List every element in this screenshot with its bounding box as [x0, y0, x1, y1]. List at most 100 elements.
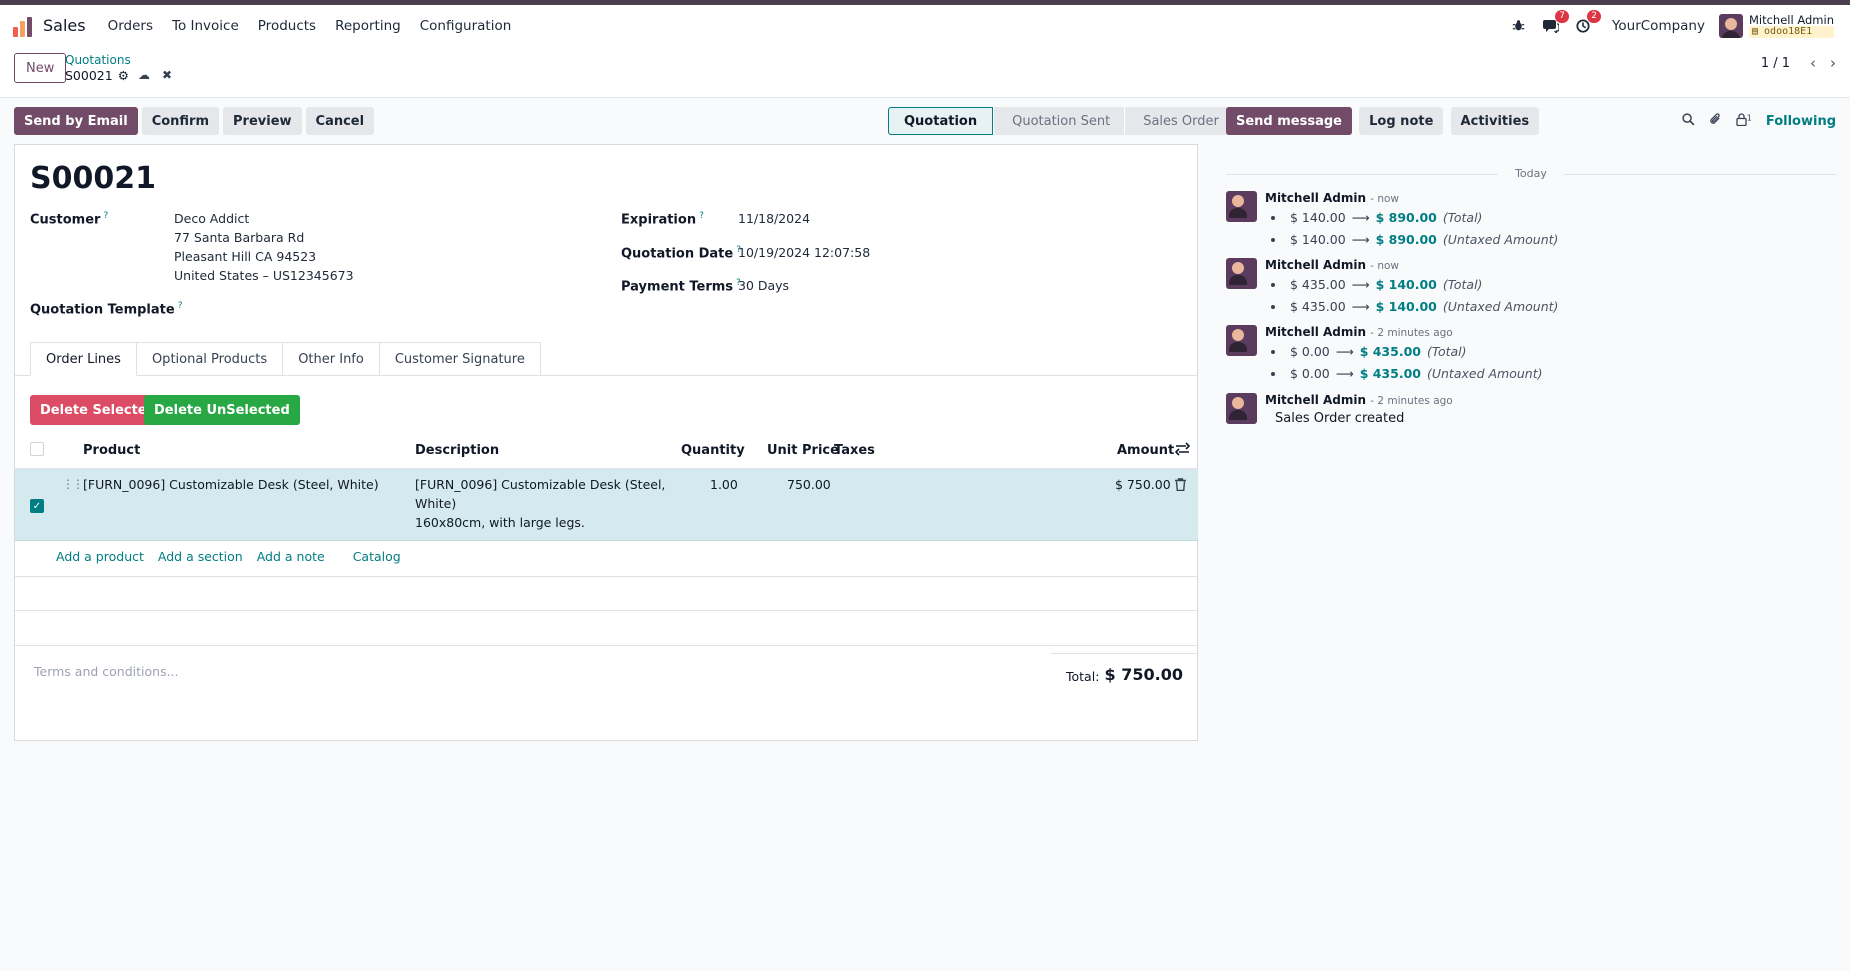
col-taxes[interactable]: Taxes: [834, 443, 875, 458]
empty-row-divider: [15, 610, 1198, 611]
activities-clock-icon[interactable]: 2: [1574, 9, 1601, 35]
delete-unselected-button[interactable]: Delete UnSelected: [144, 395, 300, 425]
row-quantity[interactable]: 1.00: [710, 475, 738, 494]
menu-reporting[interactable]: Reporting: [335, 18, 401, 34]
add-note-link[interactable]: Add a note: [257, 549, 325, 564]
tracking-change: $ 140.00 ⟶ $ 890.00 (Untaxed Amount): [1271, 232, 1558, 247]
record-title: S00021: [30, 161, 156, 196]
col-unit-price[interactable]: Unit Price: [767, 443, 839, 458]
quotation-date-field[interactable]: 10/19/2024 12:07:58: [738, 243, 870, 262]
send-by-email-button[interactable]: Send by Email: [14, 107, 138, 135]
chatter-message: Mitchell Admin - 2 minutes ago $ 0.00 ⟶ $ …: [1226, 325, 1826, 385]
message-author: Mitchell Admin - now: [1265, 191, 1400, 205]
user-name: Mitchell Admin: [1748, 12, 1834, 27]
author-avatar[interactable]: [1226, 393, 1257, 424]
add-section-link[interactable]: Add a section: [158, 549, 243, 564]
total-divider: [1051, 653, 1198, 654]
notebook-tabs: Order Lines Optional Products Other Info…: [30, 342, 541, 376]
col-product[interactable]: Product: [83, 443, 140, 458]
expiration-field[interactable]: 11/18/2024: [738, 209, 810, 228]
stage-quotation-sent[interactable]: Quotation Sent: [993, 107, 1125, 135]
drag-handle-icon[interactable]: ⋮⋮: [62, 477, 84, 491]
confirm-button[interactable]: Confirm: [141, 107, 220, 135]
author-avatar[interactable]: [1226, 325, 1257, 356]
followers-lock-icon[interactable]: 1: [1736, 112, 1752, 130]
col-description[interactable]: Description: [415, 443, 499, 458]
breadcrumb-quotations[interactable]: Quotations: [65, 53, 131, 67]
payment-terms-field[interactable]: 30 Days: [738, 276, 789, 295]
menu-orders[interactable]: Orders: [108, 18, 153, 34]
message-body: Sales Order created: [1275, 411, 1405, 426]
user-avatar: [1718, 13, 1743, 38]
activities-badge: 2: [1587, 9, 1601, 23]
customer-label: Customer?: [30, 211, 109, 228]
pager-next-icon[interactable]: ›: [1830, 54, 1836, 72]
quotation-date-label: Quotation Date?: [621, 245, 741, 262]
chatter-panel: Send message Log note Activities 1 Follo…: [1226, 107, 1836, 426]
stage-sales-order[interactable]: Sales Order: [1124, 107, 1233, 135]
row-description[interactable]: [FURN_0096] Customizable Desk (Steel, Wh…: [415, 475, 665, 532]
sales-app-icon[interactable]: [13, 15, 35, 37]
customer-name: Deco Addict: [174, 211, 250, 226]
attachment-paperclip-icon[interactable]: [1709, 112, 1722, 130]
tab-other-info[interactable]: Other Info: [283, 342, 380, 376]
menu-to-invoice[interactable]: To Invoice: [172, 18, 239, 34]
row-product[interactable]: [FURN_0096] Customizable Desk (Steel, Wh…: [83, 475, 379, 494]
tab-optional-products[interactable]: Optional Products: [136, 342, 284, 376]
col-amount[interactable]: Amount: [1117, 443, 1174, 458]
chatter-message: Mitchell Admin - 2 minutes ago Sales Ord…: [1226, 393, 1826, 433]
user-menu[interactable]: Mitchell Admin ▤ odoo18E1: [1718, 12, 1834, 38]
pager-prev-icon[interactable]: ‹: [1810, 54, 1816, 72]
control-panel: New Quotations S00021 ⚙ ☁ ✖ 1 / 1 ‹ ›: [0, 46, 1850, 98]
message-author: Mitchell Admin - 2 minutes ago: [1265, 325, 1453, 339]
chatter-message: Mitchell Admin - now $ 140.00 ⟶ $ 890.00 (T…: [1226, 191, 1826, 251]
cancel-button[interactable]: Cancel: [305, 107, 375, 135]
message-author: Mitchell Admin - 2 minutes ago: [1265, 393, 1453, 407]
app-name[interactable]: Sales: [43, 16, 86, 35]
debug-bug-icon[interactable]: [1510, 17, 1528, 35]
table-row[interactable]: ✓ ⋮⋮ [FURN_0096] Customizable Desk (Stee…: [15, 469, 1198, 541]
add-product-link[interactable]: Add a product: [56, 549, 144, 564]
column-settings-icon[interactable]: [1174, 442, 1191, 460]
author-avatar[interactable]: [1226, 258, 1257, 289]
author-avatar[interactable]: [1226, 191, 1257, 222]
tracking-change: $ 140.00 ⟶ $ 890.00 (Total): [1271, 210, 1482, 225]
menu-products[interactable]: Products: [258, 18, 316, 34]
row-checkbox[interactable]: ✓: [30, 499, 44, 513]
terms-and-conditions-input[interactable]: Terms and conditions...: [34, 664, 179, 679]
row-unit-price[interactable]: 750.00: [787, 475, 831, 494]
stage-quotation[interactable]: Quotation: [888, 107, 994, 135]
database-name: ▤ odoo18E1: [1748, 25, 1834, 38]
total-value: $ 750.00: [1104, 665, 1183, 684]
save-cloud-icon[interactable]: ☁: [138, 68, 150, 82]
new-button[interactable]: New: [14, 53, 67, 83]
search-icon[interactable]: [1682, 112, 1695, 130]
empty-row-divider: [15, 645, 1198, 646]
discard-close-icon[interactable]: ✖: [162, 68, 172, 82]
customer-field[interactable]: Deco Addict 77 Santa Barbara Rd Pleasant…: [174, 209, 354, 285]
log-note-button[interactable]: Log note: [1359, 107, 1444, 135]
send-message-button[interactable]: Send message: [1226, 107, 1352, 135]
breadcrumb-record-name: S00021: [65, 68, 113, 83]
tracking-change: $ 0.00 ⟶ $ 435.00 (Total): [1271, 344, 1467, 359]
tracking-change: $ 435.00 ⟶ $ 140.00 (Untaxed Amount): [1271, 299, 1558, 314]
customer-country: United States – US12345673: [174, 268, 354, 283]
catalog-link[interactable]: Catalog: [353, 549, 401, 564]
following-button[interactable]: Following: [1766, 114, 1836, 129]
gear-icon[interactable]: ⚙: [118, 68, 129, 83]
tab-order-lines[interactable]: Order Lines: [30, 342, 137, 376]
main-navbar: Sales Orders To Invoice Products Reporti…: [0, 5, 1850, 46]
message-author: Mitchell Admin - now: [1265, 258, 1400, 272]
messages-icon[interactable]: 7: [1542, 9, 1569, 35]
preview-button[interactable]: Preview: [223, 107, 302, 135]
menu-configuration[interactable]: Configuration: [420, 18, 512, 34]
company-switcher[interactable]: YourCompany: [1612, 18, 1705, 34]
activities-button[interactable]: Activities: [1450, 107, 1540, 135]
col-quantity[interactable]: Quantity: [681, 443, 745, 458]
delete-row-trash-icon[interactable]: [1175, 478, 1186, 494]
select-all-checkbox[interactable]: [30, 442, 44, 456]
chatter-message: Mitchell Admin - now $ 435.00 ⟶ $ 140.00 (T…: [1226, 258, 1826, 318]
tracking-change: $ 435.00 ⟶ $ 140.00 (Total): [1271, 277, 1482, 292]
pager-value[interactable]: 1 / 1: [1761, 56, 1790, 71]
tab-customer-signature[interactable]: Customer Signature: [379, 342, 541, 376]
